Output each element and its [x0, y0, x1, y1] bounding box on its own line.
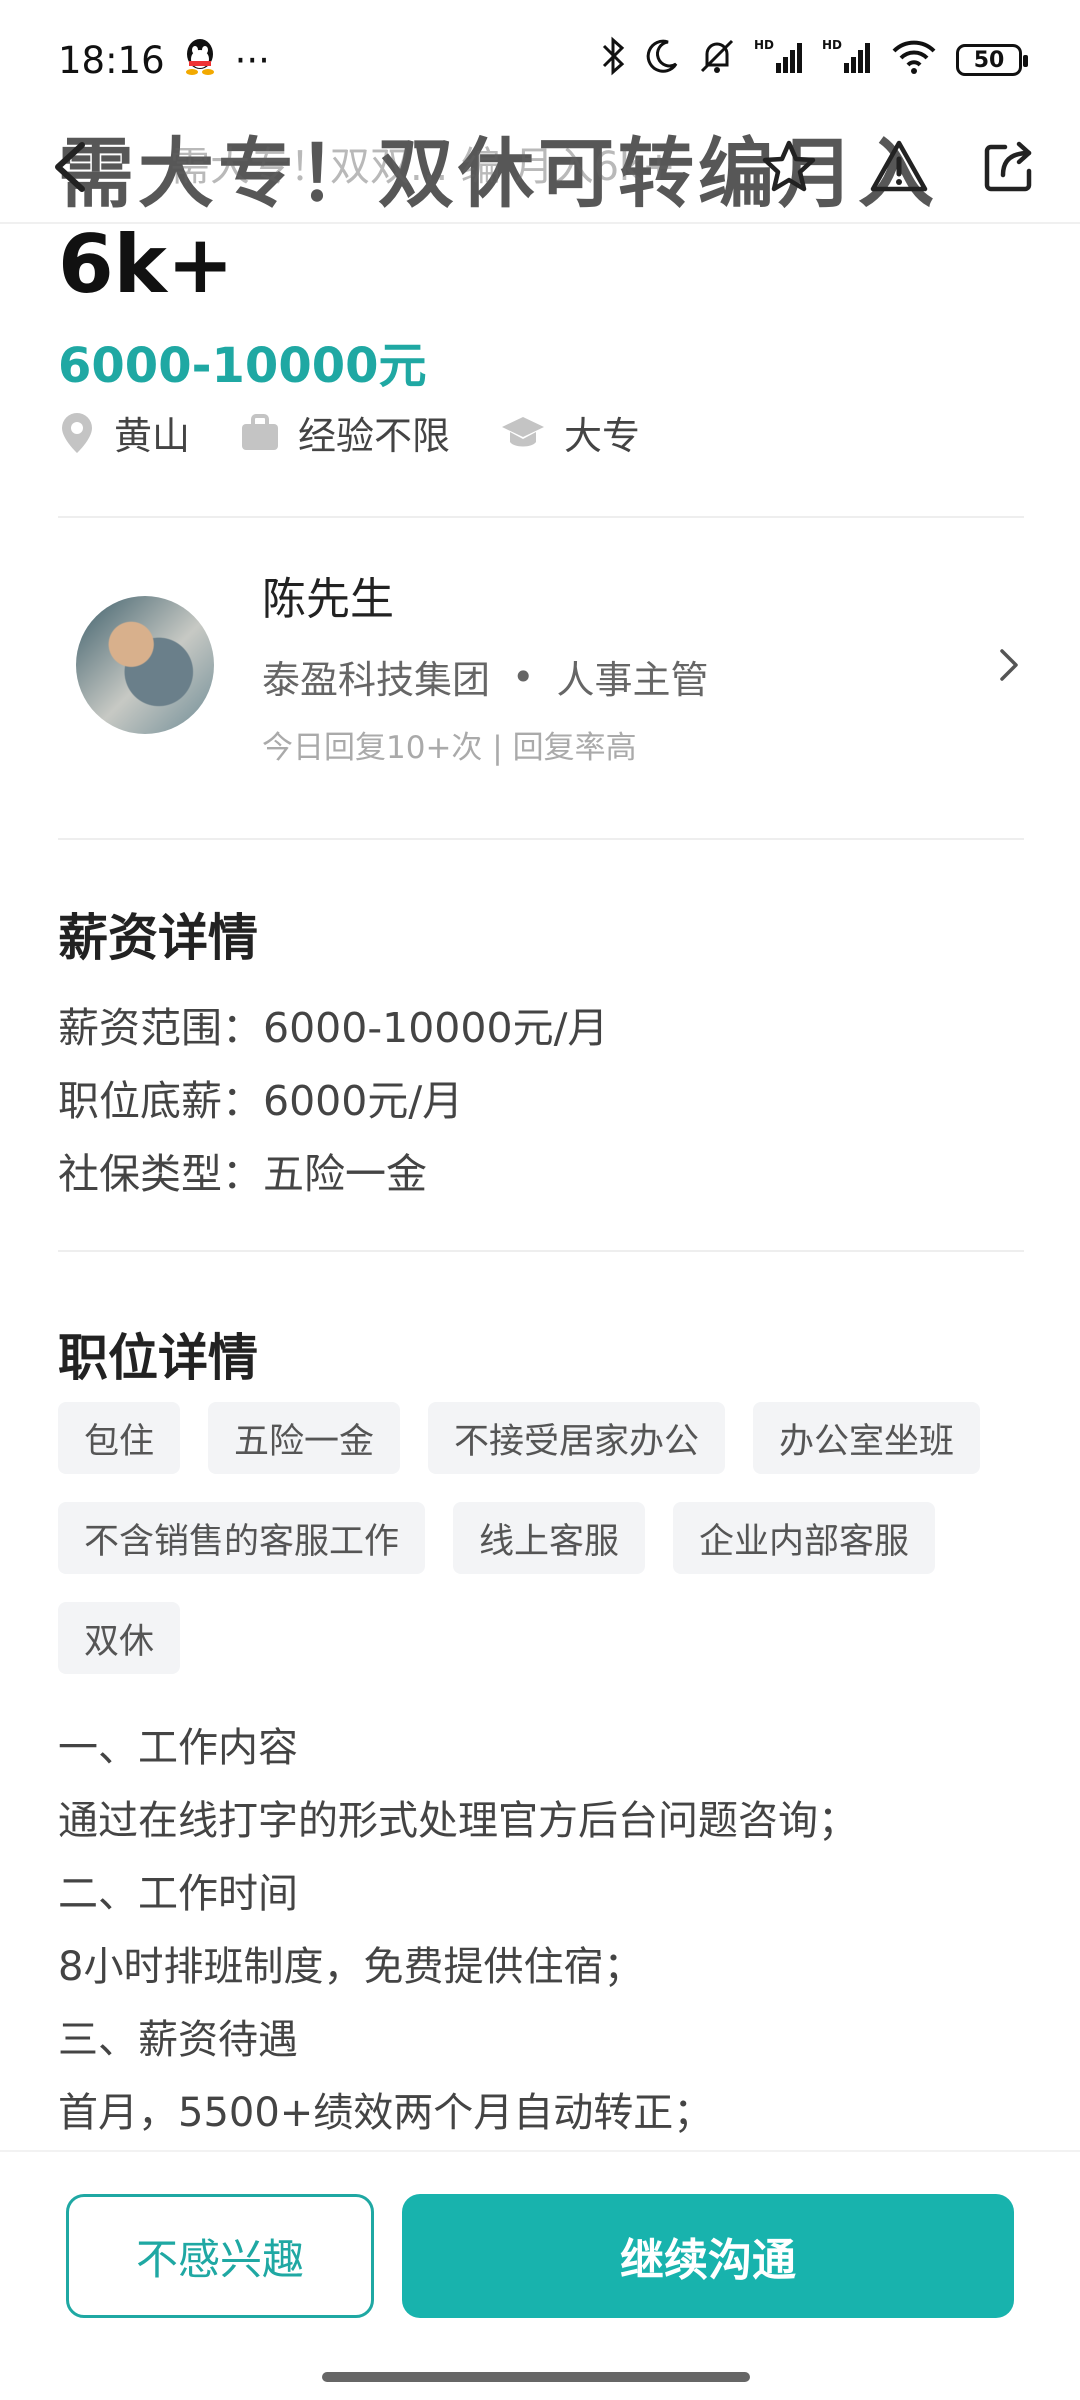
briefcase-icon — [242, 413, 279, 450]
job-title: 6k+ — [58, 218, 234, 311]
base-pay-line: 职位底薪：6000元/月 — [58, 1077, 464, 1125]
hd-signal-icon: HD — [754, 37, 804, 84]
experience-text: 经验不限 — [298, 414, 451, 458]
favorite-button[interactable] — [756, 134, 822, 200]
qq-icon — [183, 37, 217, 84]
recruiter-activity: 今日回复10+次 | 回复率高 — [262, 730, 637, 766]
section-divider — [58, 1250, 1024, 1252]
job-tag: 企业内部客服 — [673, 1502, 936, 1574]
description-line: 首月，5500+绩效两个月自动转正； — [58, 2090, 714, 2136]
bottom-action-bar: 不感兴趣 继续沟通 — [0, 2150, 1080, 2400]
experience-meta: 经验不限 — [240, 405, 450, 460]
recruiter-company: 泰盈科技集团 — [262, 658, 491, 702]
salary-range-line: 薪资范围：6000-10000元/月 — [58, 1004, 609, 1052]
nav-bar — [0, 112, 1080, 222]
job-tag: 不含销售的客服工作 — [58, 1502, 426, 1574]
continue-chat-button[interactable]: 继续沟通 — [402, 2194, 1014, 2318]
location-pin-icon — [62, 412, 92, 453]
description-line: 通过在线打字的形式处理官方后台问题咨询； — [58, 1798, 858, 1844]
not-interested-button[interactable]: 不感兴趣 — [66, 2194, 374, 2318]
recruiter-role: 人事主管 — [556, 658, 709, 702]
recruiter-card[interactable]: 陈先生 泰盈科技集团 • 人事主管 今日回复10+次 | 回复率高 — [58, 574, 1024, 766]
description-line: 一、工作内容 — [58, 1725, 298, 1771]
warning-icon — [870, 140, 928, 192]
job-tag: 包住 — [58, 1402, 181, 1474]
job-tag: 办公室坐班 — [753, 1402, 981, 1474]
recruiter-name: 陈先生 — [262, 574, 394, 625]
share-icon — [984, 141, 1032, 192]
location-text: 黄山 — [114, 414, 191, 458]
section-divider — [58, 838, 1024, 840]
description-line: 二、工作时间 — [58, 1871, 298, 1917]
moon-icon — [644, 38, 680, 83]
location-meta: 黄山 — [58, 405, 190, 460]
description-line: 三、薪资待遇 — [58, 2017, 298, 2063]
chevron-right-icon — [1000, 649, 1018, 681]
wifi-icon — [890, 37, 938, 84]
status-time: 18:16 — [58, 38, 165, 82]
share-button[interactable] — [976, 134, 1042, 200]
education-text: 大专 — [564, 414, 641, 458]
bell-off-icon — [698, 37, 736, 84]
svg-text:HD: HD — [754, 38, 774, 52]
home-indicator[interactable] — [322, 2372, 750, 2382]
job-detail-screen: 18:16 ··· HD HD 50 需大专！双休可转编月入 需大专！双双...… — [0, 0, 1080, 2400]
separator-dot: • — [512, 654, 535, 699]
recruiter-info: 陈先生 泰盈科技集团 • 人事主管 今日回复10+次 | 回复率高 — [262, 563, 994, 767]
job-meta: 黄山 经验不限 大专 — [58, 405, 640, 460]
job-tag: 五险一金 — [208, 1402, 401, 1474]
bluetooth-icon — [600, 36, 626, 85]
section-divider — [58, 516, 1024, 518]
job-details-heading: 职位详情 — [58, 1329, 258, 1387]
star-icon — [762, 140, 816, 192]
job-tag: 双休 — [58, 1602, 181, 1674]
salary-range: 6000-10000元 — [58, 338, 427, 394]
report-button[interactable] — [866, 134, 932, 200]
more-notifications-icon: ··· — [234, 38, 270, 82]
chevron-left-icon — [55, 142, 85, 192]
back-button[interactable] — [38, 134, 104, 200]
job-tag: 不接受居家办公 — [428, 1402, 726, 1474]
insurance-line: 社保类型：五险一金 — [58, 1150, 427, 1198]
recruiter-company-line: 泰盈科技集团 • 人事主管 — [262, 649, 994, 704]
job-description: 一、工作内容 通过在线打字的形式处理官方后台问题咨询； 二、工作时间 8小时排班… — [58, 1712, 1038, 2150]
education-meta: 大专 — [500, 405, 640, 460]
job-tags: 包住 五险一金 不接受居家办公 办公室坐班 不含销售的客服工作 线上客服 企业内… — [58, 1402, 1058, 1674]
battery-indicator: 50 — [956, 44, 1028, 76]
hd-signal-icon: HD — [822, 37, 872, 84]
recruiter-avatar — [76, 596, 214, 734]
job-tag: 线上客服 — [453, 1502, 646, 1574]
status-bar: 18:16 ··· HD HD 50 — [0, 0, 1080, 120]
svg-text:HD: HD — [822, 38, 842, 52]
description-line: 8小时排班制度，免费提供住宿； — [58, 1944, 644, 1990]
salary-details-heading: 薪资详情 — [58, 909, 258, 967]
graduation-cap-icon — [502, 416, 545, 446]
